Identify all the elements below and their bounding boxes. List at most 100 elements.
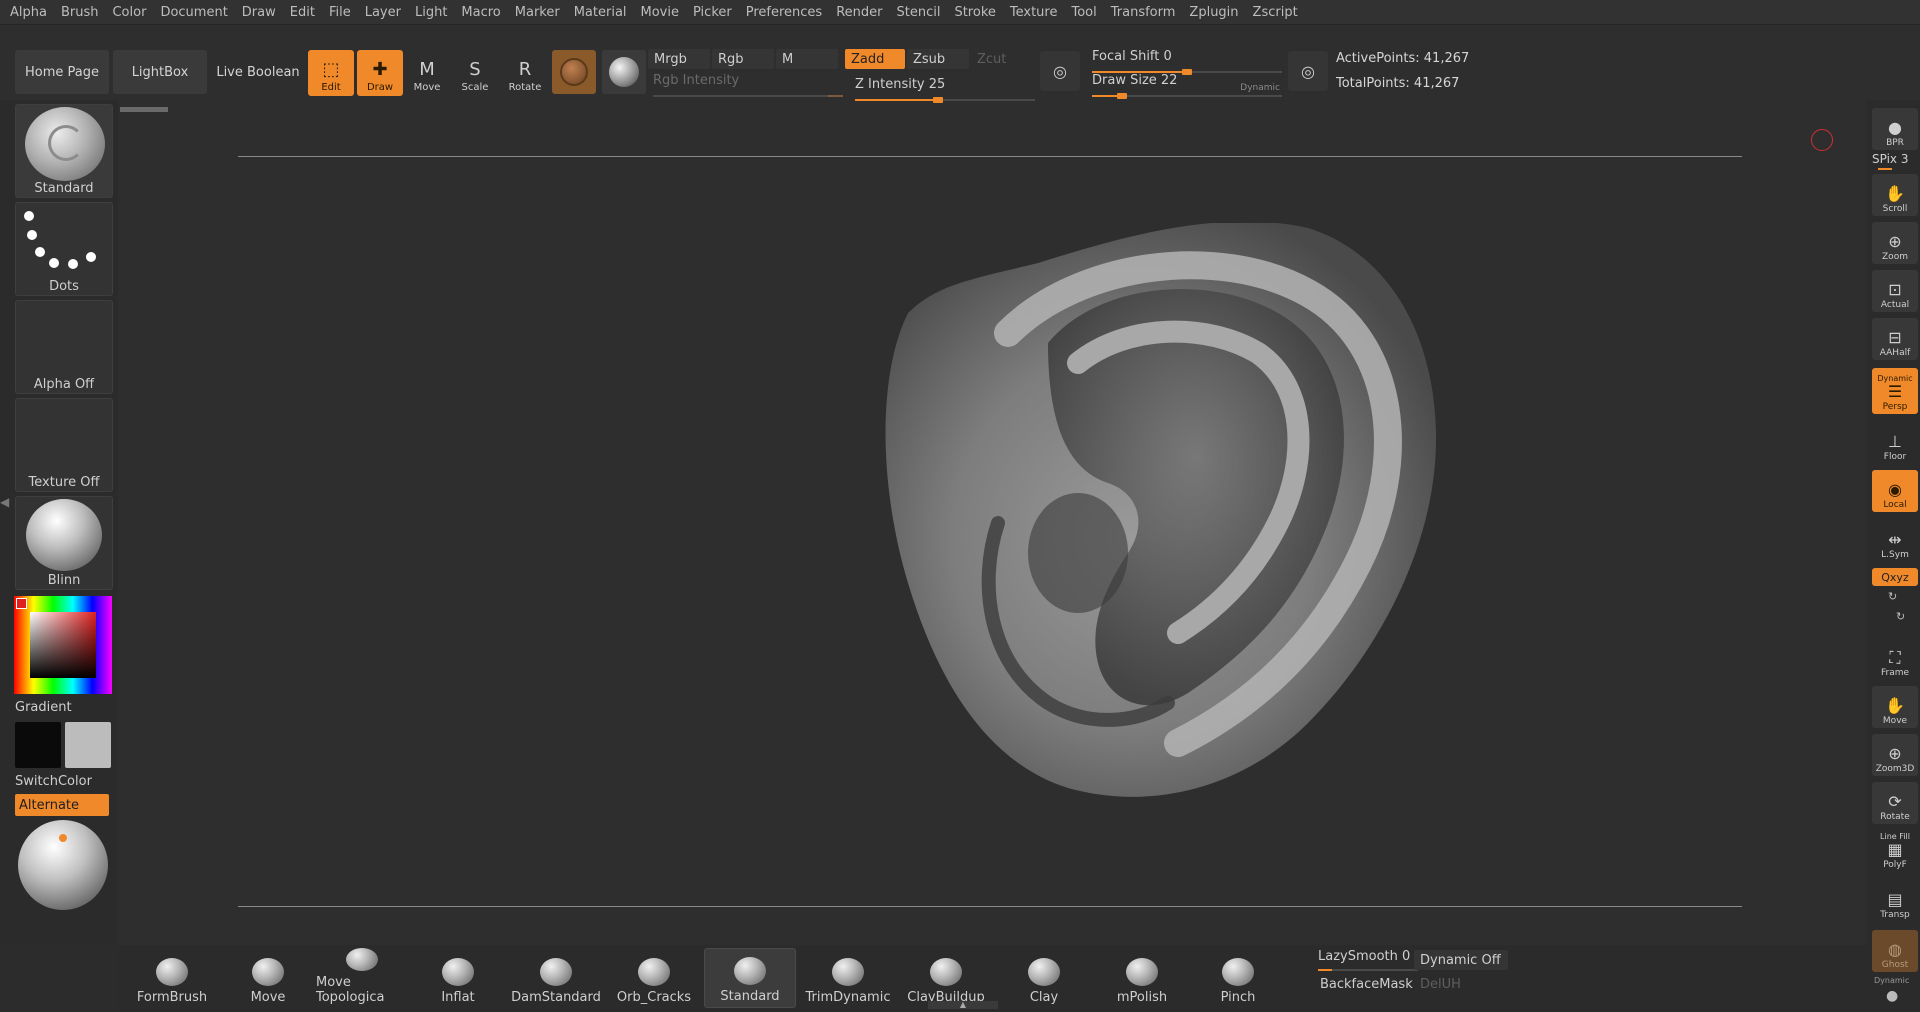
menu-macro[interactable]: Macro: [461, 5, 500, 20]
lsym-button[interactable]: ⇹ L.Sym: [1872, 520, 1918, 562]
menu-file[interactable]: File: [329, 5, 351, 20]
ear-model[interactable]: [748, 223, 1468, 843]
frame-button[interactable]: ⛶ Frame: [1872, 638, 1918, 680]
left-tray-toggle-icon[interactable]: ◀: [0, 495, 9, 509]
zcut-toggle[interactable]: Zcut: [971, 49, 1033, 69]
deluh-button[interactable]: DelUH: [1414, 974, 1508, 994]
brush-mpolish[interactable]: mPolish: [1096, 948, 1188, 1008]
backface-mask-button[interactable]: BackfaceMask: [1314, 974, 1413, 994]
rotate-button[interactable]: R Rotate: [502, 50, 548, 96]
dynamic-off-button[interactable]: Dynamic Off: [1414, 950, 1508, 970]
document-canvas[interactable]: [118, 118, 1866, 946]
alpha-slot[interactable]: Alpha Off: [15, 300, 113, 394]
gradient-label[interactable]: Gradient: [15, 700, 72, 715]
rotate-axis-y-icon[interactable]: ↻: [1888, 590, 1897, 603]
menu-alpha[interactable]: Alpha: [10, 5, 47, 20]
local-button[interactable]: ◉ Local: [1872, 470, 1918, 512]
brush-slot[interactable]: Standard: [15, 104, 113, 198]
spix-slider[interactable]: SPix 3: [1872, 152, 1918, 170]
menu-render[interactable]: Render: [836, 5, 882, 20]
material-slot[interactable]: Blinn: [15, 496, 113, 590]
menu-zscript[interactable]: Zscript: [1253, 5, 1298, 20]
menu-tool[interactable]: Tool: [1071, 5, 1096, 20]
light-sphere-icon[interactable]: [18, 820, 108, 910]
texture-swatch-button[interactable]: [602, 50, 646, 94]
lightbox-button[interactable]: LightBox: [113, 50, 207, 94]
ghost-button[interactable]: ◍ Ghost: [1872, 930, 1918, 972]
menu-brush[interactable]: Brush: [61, 5, 99, 20]
z-intensity-knob[interactable]: [933, 97, 943, 103]
stroke-s-button[interactable]: ◎: [1040, 51, 1080, 91]
m-toggle[interactable]: M: [776, 49, 838, 69]
stroke-slot[interactable]: Dots: [15, 202, 113, 296]
aahalf-button[interactable]: ⊟ AAHalf: [1872, 318, 1918, 360]
brush-move-topological[interactable]: Move Topologica: [316, 948, 408, 1008]
zadd-toggle[interactable]: Zadd: [845, 49, 905, 69]
rgb-toggle[interactable]: Rgb: [712, 49, 774, 69]
texture-slot[interactable]: Texture Off: [15, 398, 113, 492]
scroll-button[interactable]: ✋ Scroll: [1872, 174, 1918, 216]
zoom-button[interactable]: ⊕ Zoom: [1872, 222, 1918, 264]
menu-marker[interactable]: Marker: [515, 5, 560, 20]
switch-color-button[interactable]: SwitchColor: [15, 774, 92, 789]
z-intensity-slider[interactable]: Z Intensity 25: [855, 75, 1035, 105]
brush-move[interactable]: Move: [222, 948, 314, 1008]
menu-document[interactable]: Document: [160, 5, 227, 20]
rotate-axis-z-icon[interactable]: ↻: [1896, 610, 1905, 623]
rotate-view-button[interactable]: ⟳ Rotate: [1872, 782, 1918, 824]
menu-stroke[interactable]: Stroke: [954, 5, 995, 20]
brush-formbrush[interactable]: FormBrush: [126, 948, 218, 1008]
menu-light[interactable]: Light: [415, 5, 447, 20]
menu-color[interactable]: Color: [112, 5, 146, 20]
transp-button[interactable]: ▤ Transp: [1872, 880, 1918, 922]
scale-button[interactable]: S Scale: [452, 50, 498, 96]
home-page-button[interactable]: Home Page: [15, 50, 109, 94]
secondary-color-swatch[interactable]: [65, 722, 111, 768]
move-button[interactable]: M Move: [404, 50, 450, 96]
zoom3d-button[interactable]: ⊕ Zoom3D: [1872, 734, 1918, 776]
draw-size-slider[interactable]: Draw Size 22 Dynamic: [1092, 71, 1282, 101]
menu-picker[interactable]: Picker: [693, 5, 732, 20]
bpr-button[interactable]: ● BPR: [1872, 108, 1918, 150]
brush-damstandard[interactable]: DamStandard: [510, 948, 602, 1008]
brush-orb-cracks[interactable]: Orb_Cracks: [608, 948, 700, 1008]
light-position-marker[interactable]: [59, 834, 67, 842]
menu-material[interactable]: Material: [574, 5, 627, 20]
menu-texture[interactable]: Texture: [1010, 5, 1058, 20]
zsub-toggle[interactable]: Zsub: [907, 49, 969, 69]
mrgb-toggle[interactable]: Mrgb: [648, 49, 710, 69]
floor-button[interactable]: ⊥ Floor: [1872, 422, 1918, 464]
draw-size-knob[interactable]: [1117, 93, 1127, 99]
brush-inflat[interactable]: Inflat: [412, 948, 504, 1008]
brush-pinch[interactable]: Pinch: [1192, 948, 1284, 1008]
menu-layer[interactable]: Layer: [365, 5, 401, 20]
brush-claybuildup[interactable]: ClayBuildup: [900, 948, 992, 1008]
brush-clay[interactable]: Clay: [998, 948, 1090, 1008]
material-swatch-button[interactable]: [552, 50, 596, 94]
menu-draw[interactable]: Draw: [242, 5, 276, 20]
draw-button[interactable]: ✚ Draw: [357, 50, 403, 96]
menu-edit[interactable]: Edit: [290, 5, 315, 20]
menu-zplugin[interactable]: Zplugin: [1189, 5, 1238, 20]
color-picker[interactable]: [14, 596, 112, 694]
bottom-shelf-toggle-icon[interactable]: ▲: [928, 1001, 998, 1009]
brush-standard[interactable]: Standard: [704, 948, 796, 1008]
scroll-indicator[interactable]: [120, 107, 168, 112]
menu-movie[interactable]: Movie: [641, 5, 679, 20]
menu-transform[interactable]: Transform: [1111, 5, 1176, 20]
move-view-button[interactable]: ✋ Move: [1872, 686, 1918, 728]
actual-button[interactable]: ⊡ Actual: [1872, 270, 1918, 312]
solo-icon[interactable]: ●: [1886, 988, 1898, 1004]
rgb-intensity-slider[interactable]: Rgb Intensity: [653, 71, 843, 101]
edit-button[interactable]: ⬚ Edit: [308, 50, 354, 96]
alternate-button[interactable]: Alternate: [15, 794, 109, 816]
menu-stencil[interactable]: Stencil: [896, 5, 940, 20]
dynamic-label[interactable]: Dynamic: [1240, 83, 1280, 93]
live-boolean-button[interactable]: Live Boolean: [211, 50, 305, 94]
lazy-smooth-slider[interactable]: LazySmooth 0: [1318, 949, 1418, 971]
color-picker-square[interactable]: [30, 612, 96, 678]
brush-trimdynamic[interactable]: TrimDynamic: [802, 948, 894, 1008]
menu-preferences[interactable]: Preferences: [746, 5, 822, 20]
persp-button[interactable]: Dynamic ☰ Persp: [1872, 368, 1918, 414]
xyz-button[interactable]: Qxyz: [1872, 568, 1918, 586]
